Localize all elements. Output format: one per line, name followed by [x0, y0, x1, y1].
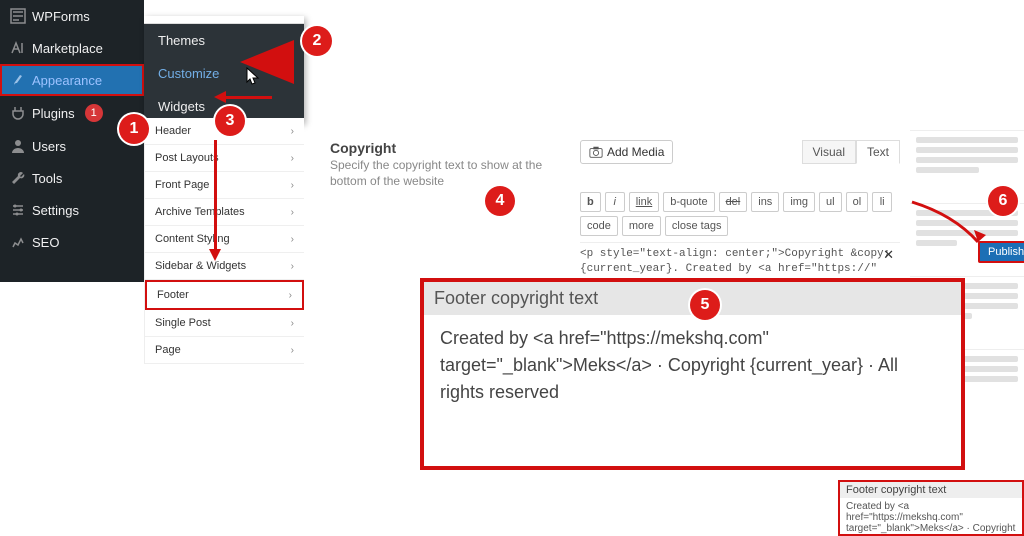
- customizer-row-singlepost[interactable]: Single Post ›: [145, 310, 304, 337]
- row-label: Content Styling: [155, 233, 230, 245]
- row-label: Page: [155, 344, 181, 356]
- step-badge-2: 2: [302, 26, 332, 56]
- step-badge-4: 4: [485, 186, 515, 216]
- wrench-icon: [10, 170, 26, 186]
- row-label: Single Post: [155, 317, 211, 329]
- seo-icon: [10, 234, 26, 250]
- skeleton-block: [910, 130, 1024, 185]
- add-media-label: Add Media: [607, 145, 664, 159]
- sidebar-item-wpforms[interactable]: WPForms: [0, 0, 144, 32]
- arrow-to-footer: [214, 140, 217, 250]
- editor-mode-tabs: Visual Text: [802, 140, 900, 164]
- tool-ul[interactable]: ul: [819, 192, 842, 212]
- publish-label: Publish: [988, 246, 1024, 258]
- copyright-field-label-block: Copyright Specify the copyright text to …: [330, 140, 550, 189]
- chevron-right-icon: ›: [289, 290, 292, 301]
- brush-icon: [10, 72, 26, 88]
- footer-copyright-small-body: Created by <a href="https://mekshq.com" …: [846, 501, 1016, 534]
- step-badge-6: 6: [988, 186, 1018, 216]
- tool-ol[interactable]: ol: [846, 192, 869, 212]
- tool-ins[interactable]: ins: [751, 192, 779, 212]
- tool-code[interactable]: code: [580, 216, 618, 236]
- tool-close-tags[interactable]: close tags: [665, 216, 729, 236]
- sidebar-item-label: Appearance: [32, 73, 102, 88]
- user-icon: [10, 138, 26, 154]
- sidebar-item-label: Marketplace: [32, 41, 103, 56]
- sidebar-item-appearance[interactable]: Appearance: [0, 64, 144, 96]
- customizer-row-content[interactable]: Content Styling ›: [145, 226, 304, 253]
- arrow-head-icon: [209, 249, 221, 261]
- sidebar-item-label: Plugins: [32, 106, 75, 121]
- sidebar-item-tools[interactable]: Tools: [0, 162, 144, 194]
- chevron-right-icon: ›: [291, 126, 294, 137]
- footer-copyright-body: Created by <a href="https://mekshq.com" …: [440, 325, 945, 406]
- wp-admin-sidebar: WPForms Marketplace Appearance Plugins 1…: [0, 0, 144, 282]
- footer-copyright-small-heading: Footer copyright text: [840, 482, 1022, 498]
- tool-img[interactable]: img: [783, 192, 815, 212]
- tool-link[interactable]: link: [629, 192, 660, 212]
- flyout-topstrip: [144, 16, 304, 24]
- customizer-row-archive[interactable]: Archive Templates ›: [145, 199, 304, 226]
- customizer-row-footer[interactable]: Footer ›: [145, 280, 304, 310]
- sidebar-item-marketplace[interactable]: Marketplace: [0, 32, 144, 64]
- tool-del[interactable]: del: [719, 192, 748, 212]
- sidebar-item-seo[interactable]: SEO: [0, 226, 144, 258]
- customizer-row-sidebar[interactable]: Sidebar & Widgets ›: [145, 253, 304, 280]
- tab-visual[interactable]: Visual: [802, 140, 856, 164]
- marketplace-icon: [10, 40, 26, 56]
- editor-toolbar: b i link b-quote del ins img ul ol li co…: [580, 192, 900, 236]
- arrow-head-icon: [214, 91, 226, 103]
- customizer-row-frontpage[interactable]: Front Page ›: [145, 172, 304, 199]
- step-badge-1: 1: [119, 114, 149, 144]
- sidebar-item-label: Settings: [32, 203, 79, 218]
- row-label: Archive Templates: [155, 206, 245, 218]
- text-editor: Add Media Visual Text b i link b-quote d…: [580, 140, 900, 292]
- tool-bquote[interactable]: b-quote: [663, 192, 714, 212]
- row-label: Post Layouts: [155, 152, 219, 164]
- sidebar-item-label: WPForms: [32, 9, 90, 24]
- cursor-icon: [246, 67, 260, 85]
- tool-bold[interactable]: b: [580, 192, 601, 212]
- plug-icon: [10, 105, 26, 121]
- chevron-right-icon: ›: [291, 345, 294, 356]
- arrow-to-publish: [908, 198, 988, 250]
- copyright-label: Copyright: [330, 140, 550, 156]
- sidebar-item-settings[interactable]: Settings: [0, 194, 144, 226]
- chevron-right-icon: ›: [291, 234, 294, 245]
- form-icon: [10, 8, 26, 24]
- chevron-right-icon: ›: [291, 318, 294, 329]
- step-badge-3: 3: [215, 106, 245, 136]
- close-icon[interactable]: ✕: [883, 247, 894, 265]
- step-badge-5: 5: [690, 290, 720, 320]
- customizer-row-postlayout[interactable]: Post Layouts ›: [145, 145, 304, 172]
- tool-italic[interactable]: i: [605, 192, 625, 212]
- chevron-right-icon: ›: [291, 153, 294, 164]
- row-label: Front Page: [155, 179, 209, 191]
- copyright-help-text: Specify the copyright text to show at th…: [330, 158, 550, 189]
- sidebar-item-label: Users: [32, 139, 66, 154]
- chevron-right-icon: ›: [291, 261, 294, 272]
- row-label: Header: [155, 125, 191, 137]
- sidebar-item-label: SEO: [32, 235, 59, 250]
- customizer-section-list: Header › Post Layouts › Front Page › Archiv…: [144, 118, 304, 364]
- tab-text[interactable]: Text: [856, 140, 900, 164]
- tool-li[interactable]: li: [872, 192, 892, 212]
- camera-icon: [589, 145, 603, 159]
- sidebar-item-label: Tools: [32, 171, 62, 186]
- add-media-button[interactable]: Add Media: [580, 140, 673, 164]
- footer-copyright-small: Footer copyright text Created by <a href…: [838, 480, 1024, 536]
- row-label: Sidebar & Widgets: [155, 260, 246, 272]
- tool-more[interactable]: more: [622, 216, 661, 236]
- customizer-row-page[interactable]: Page ›: [145, 337, 304, 364]
- sliders-icon: [10, 202, 26, 218]
- arrow-to-widgets: [224, 96, 272, 99]
- row-label: Footer: [157, 289, 189, 301]
- chevron-right-icon: ›: [291, 207, 294, 218]
- chevron-right-icon: ›: [291, 180, 294, 191]
- update-badge: 1: [85, 104, 103, 122]
